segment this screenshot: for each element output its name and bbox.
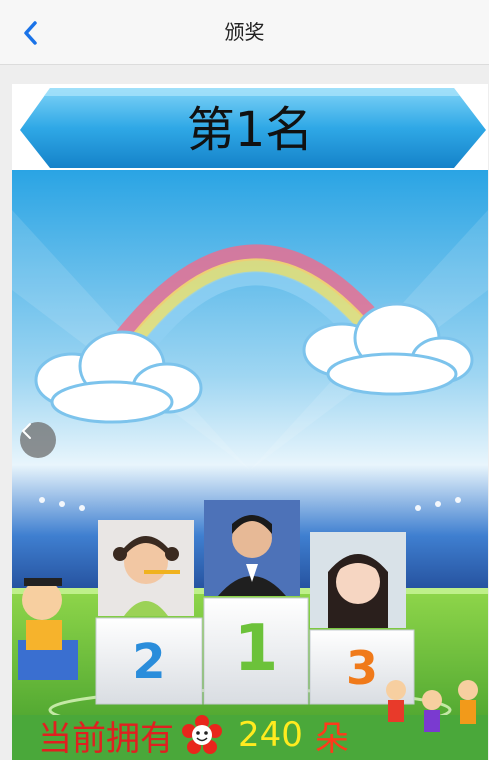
podium-scene: 2 1 3: [12, 170, 488, 760]
carousel-prev-button[interactable]: [20, 422, 56, 458]
rank-banner: 第1名: [12, 84, 488, 170]
child-girl-portrait-photo: [310, 532, 406, 628]
podium-place-1: 1: [234, 612, 279, 686]
chevron-left-icon: [22, 423, 31, 439]
points-label: 当前拥有: [38, 718, 174, 759]
page-title: 颁奖: [224, 20, 265, 44]
flower-icon: [182, 715, 222, 754]
award-card: 第1名 2 1 3 当前拥有 240 朵: [12, 84, 488, 760]
points-value: 240: [238, 715, 303, 755]
child-girl-toothbrush-photo: [98, 520, 194, 616]
points-summary: 当前拥有 240 朵: [38, 710, 349, 760]
top-nav-bar: 颁奖: [0, 0, 489, 65]
man-portrait-photo: [204, 500, 300, 596]
rank-title: 第1名: [186, 102, 314, 158]
points-unit: 朵: [314, 718, 349, 759]
podium-place-3: 3: [346, 641, 378, 695]
podium-place-2: 2: [132, 634, 165, 690]
